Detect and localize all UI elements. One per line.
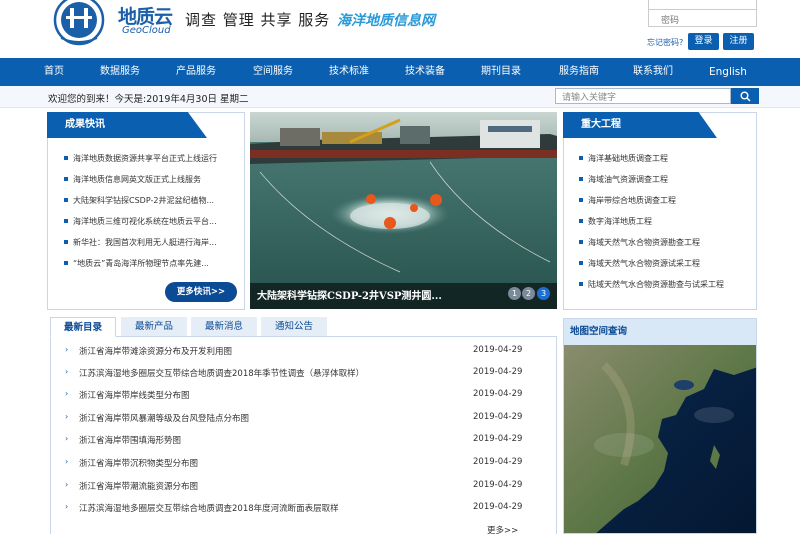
- bullet-icon: ›: [65, 502, 69, 511]
- search-icon: [740, 91, 751, 102]
- bullet-icon: ›: [65, 345, 69, 354]
- nav-service-guide[interactable]: 服务指南: [559, 58, 599, 86]
- list-item[interactable]: “地质云”青岛海洋所物理节点率先建...: [63, 258, 243, 279]
- list-item[interactable]: 海洋基础地质调查工程: [578, 153, 756, 174]
- slide-dot-3[interactable]: 3: [537, 287, 550, 300]
- list-item[interactable]: 海域天然气水合物资源勘查工程: [578, 237, 756, 258]
- slogan: 调查 管理 共享 服务: [185, 11, 331, 29]
- tab-latest-news[interactable]: 最新消息: [191, 317, 257, 337]
- tab-latest-catalog[interactable]: 最新目录: [50, 317, 116, 337]
- nav-journal-catalog[interactable]: 期刊目录: [481, 58, 521, 86]
- catalog-more-link[interactable]: 更多>>: [487, 524, 518, 536]
- nav-standards[interactable]: 技术标准: [329, 58, 369, 86]
- news-slideshow[interactable]: 大陆架科学钻探CSDP-2井VSP测井圆...: [250, 112, 557, 309]
- nav-spatial-services[interactable]: 空间服务: [253, 58, 293, 86]
- nav-english[interactable]: English: [709, 58, 747, 86]
- major-projects-panel: 重大工程 海洋基础地质调查工程 海域油气资源调查工程 海岸带综合地质调查工程 数…: [563, 112, 757, 310]
- achievements-panel: 成果快讯 海洋地质数据资源共享平台正式上线运行 海洋地质信息网英文版正式上线服务…: [47, 112, 245, 310]
- major-projects-title: 重大工程: [563, 112, 717, 138]
- tab-latest-products[interactable]: 最新产品: [121, 317, 187, 337]
- bullet-icon: ›: [65, 480, 69, 489]
- list-item[interactable]: 海洋地质信息网英文版正式上线服务: [63, 174, 243, 195]
- list-item[interactable]: 数字海洋地质工程: [578, 216, 756, 237]
- bullet-icon: ›: [65, 457, 69, 466]
- header: 地质云 GeoCloud 调查 管理 共享 服务 海洋地质信息网 密码 忘记密码…: [0, 0, 800, 58]
- list-item[interactable]: 新华社：我国首次利用无人艇进行海岸...: [63, 237, 243, 258]
- slide-dot-2[interactable]: 2: [522, 287, 535, 300]
- tab-notices[interactable]: 通知公告: [261, 317, 327, 337]
- list-item[interactable]: 陆域天然气水合物资源勘查与试采工程: [578, 279, 756, 300]
- map-query-title: 地图空间查询: [564, 319, 756, 345]
- search-input[interactable]: 请输入关键字: [555, 88, 731, 104]
- main-nav: 首页 数据服务 产品服务 空间服务 技术标准 技术装备 期刊目录 服务指南 联系…: [0, 58, 800, 86]
- slide-caption[interactable]: 大陆架科学钻探CSDP-2井VSP测井圆...: [257, 287, 442, 302]
- achievements-title: 成果快讯: [47, 112, 207, 138]
- list-item[interactable]: 海岸带综合地质调查工程: [578, 195, 756, 216]
- achievements-list: 海洋地质数据资源共享平台正式上线运行 海洋地质信息网英文版正式上线服务 大陆架科…: [63, 153, 243, 279]
- search-button[interactable]: [731, 88, 759, 104]
- login-button[interactable]: 登录: [688, 33, 719, 50]
- major-projects-list: 海洋基础地质调查工程 海域油气资源调查工程 海岸带综合地质调查工程 数字海洋地质…: [578, 153, 756, 300]
- bullet-icon: ›: [65, 434, 69, 443]
- forgot-password-link[interactable]: 忘记密码?: [647, 37, 683, 48]
- welcome-text: 欢迎您的到来！今天是:2019年4月30日 星期二: [48, 94, 249, 105]
- subsite-name: 海洋地质信息网: [337, 13, 435, 29]
- nav-data-services[interactable]: 数据服务: [100, 58, 140, 86]
- nav-home[interactable]: 首页: [43, 58, 65, 86]
- slide-dot-1[interactable]: 1: [508, 287, 521, 300]
- password-field[interactable]: 密码: [648, 9, 757, 27]
- satellite-map[interactable]: [564, 345, 757, 534]
- geological-survey-emblem[interactable]: [53, 0, 105, 48]
- map-query-panel: 地图空间查询: [563, 318, 757, 534]
- nav-equipment[interactable]: 技术装备: [405, 58, 445, 86]
- bullet-icon: ›: [65, 389, 69, 398]
- list-item[interactable]: 海洋地质数据资源共享平台正式上线运行: [63, 153, 243, 174]
- list-item[interactable]: 海域天然气水合物资源试采工程: [578, 258, 756, 279]
- nav-product-services[interactable]: 产品服务: [176, 58, 216, 86]
- nav-contact-us[interactable]: 联系我们: [633, 58, 673, 86]
- list-item[interactable]: 海洋地质三维可视化系统在地质云平台...: [63, 216, 243, 237]
- bullet-icon: ›: [65, 367, 69, 376]
- logo-english[interactable]: GeoCloud: [122, 25, 171, 36]
- catalog-list: › 浙江省海岸带滩涂资源分布及开发利用图 2019-04-29 › 江苏滨海湿地多圈层…: [50, 336, 557, 536]
- catalog-tabs: 最新目录 最新产品 最新消息 通知公告: [50, 317, 557, 337]
- drilling-ship-photo: [250, 112, 557, 309]
- register-button[interactable]: 注册: [723, 33, 754, 50]
- more-news-button[interactable]: 更多快讯>>: [165, 282, 237, 302]
- list-item[interactable]: 大陆架科学钻探CSDP-2井泥盆纪植物...: [63, 195, 243, 216]
- bullet-icon: ›: [65, 412, 69, 421]
- list-item[interactable]: 海域油气资源调查工程: [578, 174, 756, 195]
